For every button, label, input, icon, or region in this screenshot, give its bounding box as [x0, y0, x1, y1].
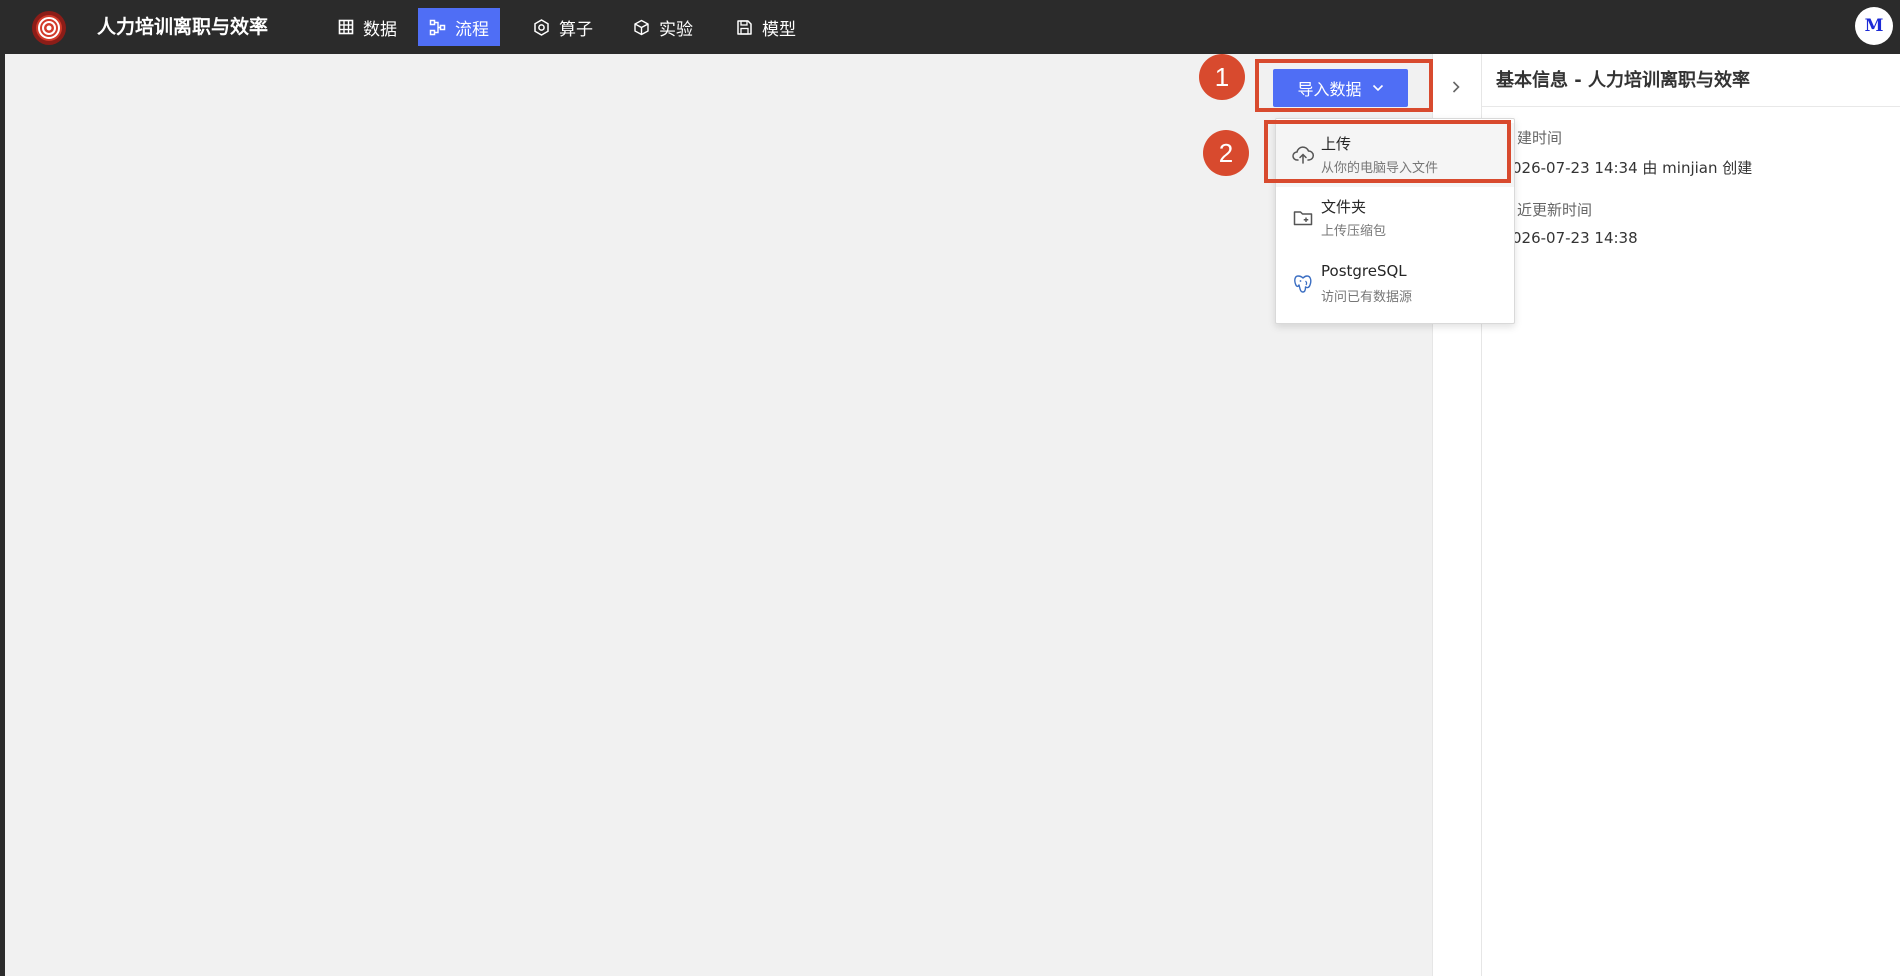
updated-label: 近更新时间 — [1517, 201, 1593, 219]
panel-collapse-button[interactable] — [1445, 76, 1467, 98]
info-title: 基本信息 - 人力培训离职与效率 — [1496, 70, 1751, 91]
table-icon — [338, 19, 354, 35]
step-badge-2: 2 — [1203, 130, 1249, 176]
nav-operator[interactable]: 算子 — [522, 8, 604, 46]
divider — [1482, 106, 1900, 107]
dropdown-item-label: PostgreSQL — [1321, 262, 1407, 280]
import-dropdown-menu: 上传 从你的电脑导入文件 文件夹 上传压缩包 PostgreSQL 访问已有数据… — [1275, 118, 1515, 324]
dropdown-item-folder[interactable]: 文件夹 上传压缩包 — [1276, 189, 1514, 253]
chevron-down-icon — [1372, 84, 1383, 92]
nav-model[interactable]: 模型 — [725, 8, 807, 46]
created-label: 建时间 — [1517, 129, 1563, 147]
nav-label: 数据 — [363, 19, 397, 40]
dropdown-item-desc: 上传压缩包 — [1321, 224, 1387, 239]
operator-icon — [534, 18, 549, 36]
nav-flow[interactable]: 流程 — [418, 8, 500, 46]
flow-canvas[interactable] — [5, 54, 1432, 976]
info-panel: 基本信息 - 人力培训离职与效率 建时间 026-07-23 14:34 由 m… — [1482, 54, 1900, 976]
app-title: 人力培训离职与效率 — [97, 16, 269, 38]
nav-experiment[interactable]: 实验 — [622, 8, 704, 46]
nav-label: 流程 — [455, 19, 489, 40]
dropdown-item-label: 文件夹 — [1321, 198, 1367, 216]
nav-label: 模型 — [762, 19, 796, 40]
nav-label: 算子 — [559, 19, 593, 40]
upload-cloud-icon — [1292, 146, 1314, 164]
cube-icon — [634, 19, 649, 35]
step-badge-1: 1 — [1199, 54, 1245, 100]
save-icon — [737, 19, 752, 35]
created-value: 026-07-23 14:34 由 minjian 创建 — [1512, 159, 1753, 177]
postgresql-icon — [1294, 275, 1312, 293]
app-logo-icon[interactable] — [30, 9, 68, 47]
dropdown-item-upload[interactable]: 上传 从你的电脑导入文件 — [1276, 123, 1514, 187]
import-data-button[interactable]: 导入数据 — [1273, 69, 1408, 107]
folder-add-icon — [1293, 211, 1313, 226]
dropdown-item-label: 上传 — [1321, 135, 1352, 153]
user-avatar[interactable]: M — [1855, 7, 1893, 45]
chevron-right-icon — [1452, 81, 1460, 93]
dropdown-item-desc: 从你的电脑导入文件 — [1321, 161, 1439, 176]
dropdown-item-desc: 访问已有数据源 — [1321, 290, 1413, 305]
import-data-label: 导入数据 — [1297, 80, 1362, 99]
top-bar: 人力培训离职与效率 数据 流程 算子 实验 模型 M — [5, 0, 1900, 54]
nav-label: 实验 — [659, 19, 693, 40]
flow-icon — [429, 19, 446, 35]
dropdown-item-postgresql[interactable]: PostgreSQL 访问已有数据源 — [1276, 255, 1514, 319]
updated-value: 026-07-23 14:38 — [1512, 229, 1638, 247]
nav-data[interactable]: 数据 — [327, 8, 408, 46]
